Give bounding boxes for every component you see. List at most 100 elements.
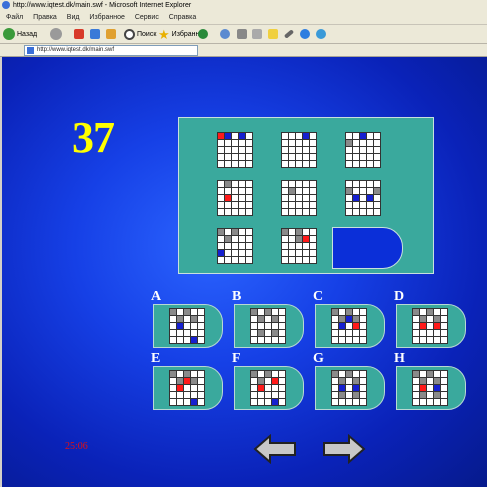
messenger-button[interactable] [300,27,312,41]
grid-cell [198,323,204,329]
grid-cell [346,316,352,322]
grid-cell [353,316,359,322]
grid-cell [282,202,288,208]
grid-cell [420,371,426,377]
grid-cell [282,133,288,139]
grid-cell [353,330,359,336]
answer-option-b[interactable]: B [232,289,304,348]
grid-cell [177,337,183,343]
grid-cell [232,236,238,242]
grid-cell [346,209,352,215]
edit-icon [268,29,278,39]
search-button[interactable]: Поиск [124,27,156,41]
refresh-button[interactable] [90,27,102,41]
grid-cell [339,309,345,315]
grid-cell [367,209,373,215]
stop-button[interactable] [74,27,86,41]
arrow-left-icon[interactable] [253,434,297,464]
grid-cell [374,188,380,194]
grid-cell [232,250,238,256]
grid-cell [184,392,190,398]
menu-item-tools[interactable]: Сервис [135,14,159,21]
window-title: http://www.iqtest.dk/main.swf - Microsof… [13,2,192,9]
address-input[interactable]: http://www.iqtest.dk/main.swf [24,45,198,56]
answer-option-e[interactable]: E [151,351,223,410]
answer-option-g[interactable]: G [313,351,385,410]
grid-cell [332,392,338,398]
star-icon: ★ [158,26,170,42]
grid-cell [246,250,252,256]
grid-cell [289,243,295,249]
edit-button[interactable] [268,27,280,41]
grid-cell [225,147,231,153]
print-button[interactable] [252,27,264,41]
grid-cell [191,337,197,343]
grid-cell [427,392,433,398]
media-button[interactable] [198,27,210,41]
grid-cell [265,399,271,405]
grid-cell [296,236,302,242]
grid-cell [289,154,295,160]
grid-cell [225,229,231,235]
menu-item-edit[interactable]: Правка [33,14,57,21]
answer-option-c[interactable]: C [313,289,385,348]
answer-option-d[interactable]: D [394,289,466,348]
grid-cell [296,188,302,194]
grid-cell [246,209,252,215]
matrix-figure [281,228,317,264]
grid-cell [310,195,316,201]
home-button[interactable] [106,27,118,41]
grid-cell [353,399,359,405]
grid-cell [198,371,204,377]
menu-item-help[interactable]: Справка [169,14,196,21]
grid-cell [184,385,190,391]
grid-cell [246,147,252,153]
menu-item-file[interactable]: Файл [6,14,23,21]
grid-cell [413,316,419,322]
grid-cell [353,385,359,391]
grid-cell [427,337,433,343]
grid-cell [177,371,183,377]
grid-cell [225,250,231,256]
menu-item-view[interactable]: Вид [67,14,80,21]
grid-cell [303,188,309,194]
grid-cell [279,309,285,315]
grid-cell [265,309,271,315]
grid-cell [191,309,197,315]
grid-cell [282,188,288,194]
grid-cell [258,309,264,315]
grid-cell [420,378,426,384]
tools-button[interactable] [283,27,296,41]
option-figure [169,370,205,406]
arrow-right-icon[interactable] [322,434,366,464]
answer-option-a[interactable]: A [151,289,223,348]
grid-cell [282,154,288,160]
grid-cell [272,371,278,377]
grid-cell [218,229,224,235]
answer-option-f[interactable]: F [232,351,304,410]
grid-cell [198,392,204,398]
grid-cell [353,161,359,167]
grid-cell [184,323,190,329]
grid-cell [303,209,309,215]
grid-cell [232,257,238,263]
answer-option-h[interactable]: H [394,351,466,410]
history-button[interactable] [220,27,232,41]
media-icon [198,29,208,39]
grid-cell [246,257,252,263]
grid-cell [339,378,345,384]
grid-cell [232,154,238,160]
back-button[interactable]: Назад [3,27,37,41]
grid-cell [191,323,197,329]
grid-cell [170,385,176,391]
address-bar: http://www.iqtest.dk/main.swf [0,44,487,57]
menu-item-favorites[interactable]: Избранное [89,14,124,21]
timer: 25:06 [65,441,88,452]
grid-cell [258,392,264,398]
people-button[interactable] [316,27,328,41]
ie-icon [2,1,10,10]
grid-cell [232,181,238,187]
grid-cell [374,161,380,167]
forward-button[interactable] [50,27,64,41]
mail-button[interactable] [237,27,249,41]
